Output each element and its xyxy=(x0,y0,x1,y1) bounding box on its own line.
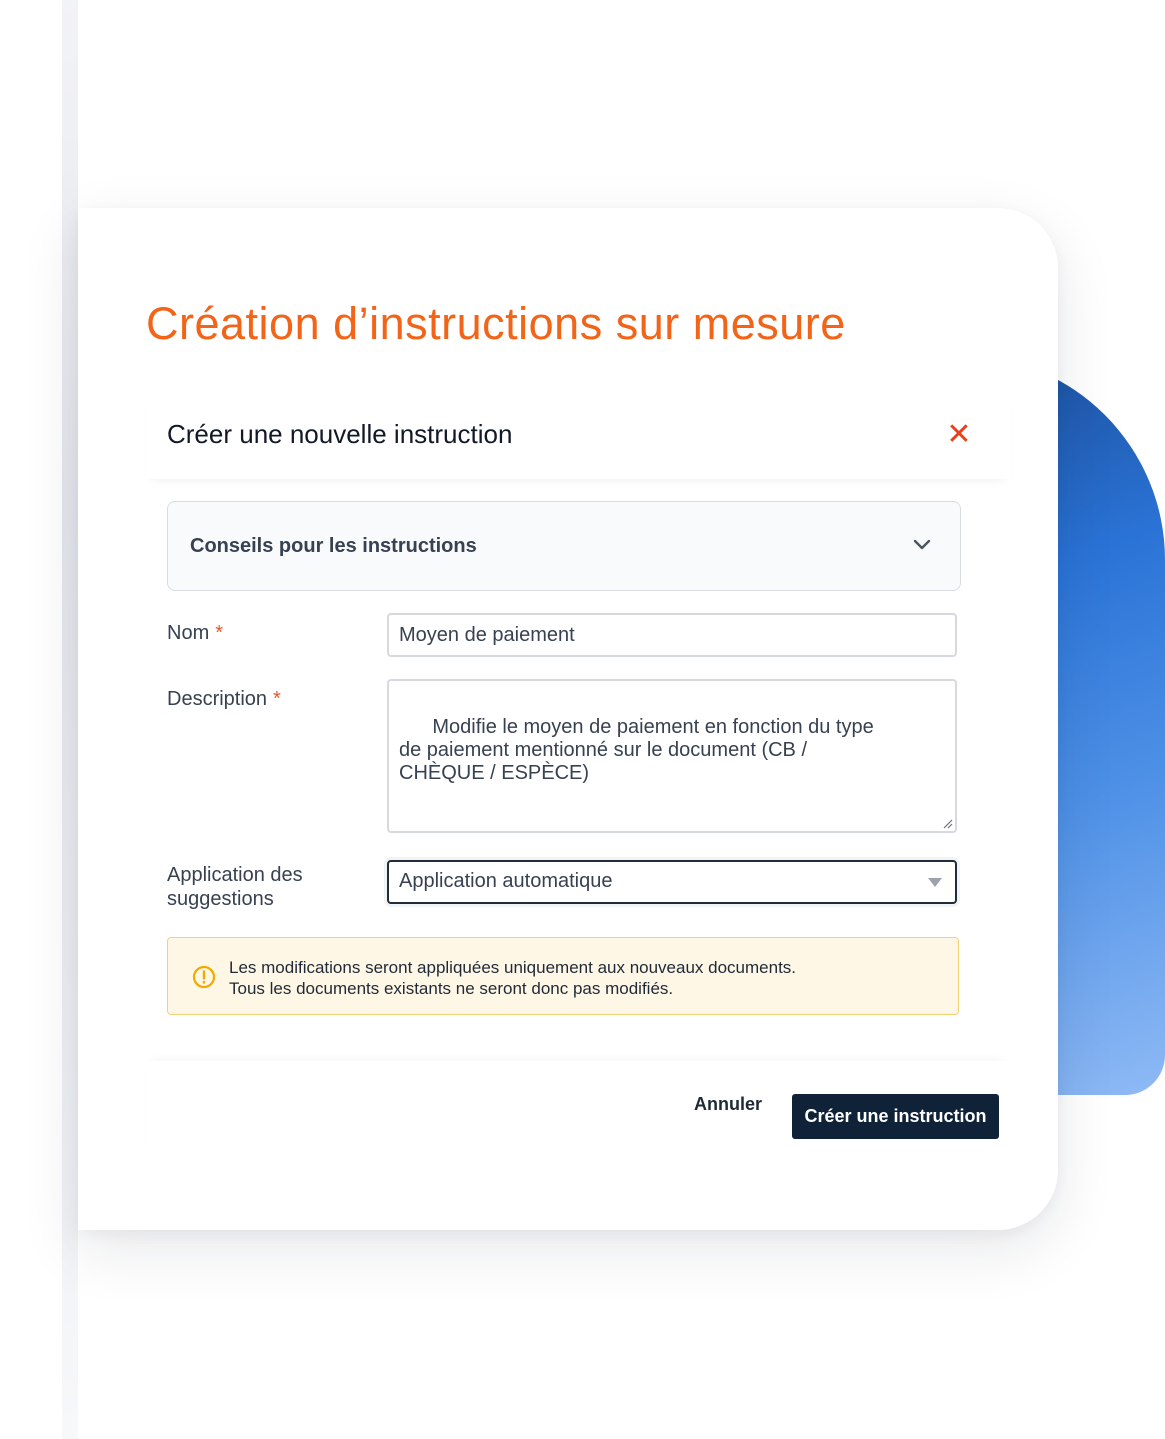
description-text: Modifie le moyen de paiement en fonction… xyxy=(399,716,874,784)
name-input[interactable]: Moyen de paiement xyxy=(387,613,957,657)
chevron-down-icon xyxy=(913,539,931,550)
feature-card: Création d’instructions sur mesure Créer… xyxy=(78,208,1058,1230)
create-instruction-modal: Créer une nouvelle instruction ✕ Conseil… xyxy=(146,391,1010,1139)
description-textarea[interactable]: Modifie le moyen de paiement en fonction… xyxy=(387,679,957,833)
left-decor-strip xyxy=(62,0,78,1439)
modal-footer: Annuler Créer une instruction xyxy=(146,1061,1010,1161)
warning-notice: Les modifications seront appliquées uniq… xyxy=(167,937,959,1015)
required-mark: * xyxy=(273,688,281,710)
tips-accordion[interactable]: Conseils pour les instructions xyxy=(167,501,961,591)
description-label: Description * xyxy=(167,688,281,710)
name-label: Nom * xyxy=(167,622,224,644)
suggestions-label: Application des suggestions xyxy=(167,864,303,910)
dropdown-arrow-icon xyxy=(928,878,942,887)
modal-title: Créer une nouvelle instruction xyxy=(167,419,513,449)
resize-handle-icon[interactable] xyxy=(941,817,953,829)
tips-accordion-label: Conseils pour les instructions xyxy=(190,535,477,557)
warning-circle-icon xyxy=(192,965,216,989)
create-instruction-button[interactable]: Créer une instruction xyxy=(792,1094,999,1139)
page-title: Création d’instructions sur mesure xyxy=(146,298,846,349)
suggestions-select[interactable]: Application automatique xyxy=(387,860,957,904)
close-icon[interactable]: ✕ xyxy=(946,418,972,452)
required-mark: * xyxy=(215,622,224,644)
notice-text: Les modifications seront appliquées uniq… xyxy=(229,958,797,998)
modal-header: Créer une nouvelle instruction ✕ xyxy=(146,391,1010,479)
suggestions-selected-value: Application automatique xyxy=(399,870,613,892)
cancel-button[interactable]: Annuler xyxy=(694,1094,762,1115)
